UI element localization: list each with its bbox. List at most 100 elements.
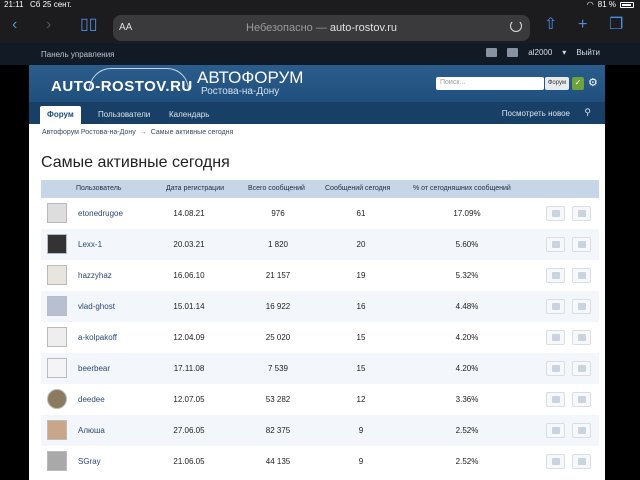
username-link[interactable]: Алюша [78, 426, 105, 435]
col-reg-date[interactable]: Дата регистрации [166, 185, 224, 192]
tab-forum[interactable]: Форум [40, 106, 81, 124]
message-icon[interactable] [572, 330, 591, 345]
messages-icon[interactable] [486, 48, 498, 57]
posts-today: 15 [356, 364, 366, 373]
total-posts: 53 282 [265, 395, 291, 404]
col-total-posts[interactable]: Всего сообщений [248, 185, 305, 192]
status-time: 21:11 [4, 0, 24, 9]
tabs-icon[interactable]: ❐ [609, 17, 623, 33]
site-logo[interactable]: AUTO-ROSTOV.RU [51, 78, 193, 95]
username-link[interactable]: SGray [78, 457, 101, 466]
logout-link[interactable]: Выйти [576, 48, 600, 57]
main-nav: Форум Пользователи Календарь Посмотреть … [29, 102, 605, 124]
reload-icon[interactable] [510, 20, 522, 32]
add-contact-icon[interactable] [546, 423, 565, 438]
tab-calendar[interactable]: Календарь [162, 106, 216, 124]
col-user[interactable]: Пользователь [76, 185, 121, 192]
chevron-down-icon[interactable]: ▾ [562, 48, 566, 57]
add-contact-icon[interactable] [546, 299, 565, 314]
percent-today: 4.20% [455, 333, 479, 342]
posts-today: 19 [356, 271, 366, 280]
username-link[interactable]: Lexx-1 [78, 240, 102, 249]
add-contact-icon[interactable] [546, 206, 565, 221]
gear-icon[interactable]: ⚙ [588, 76, 598, 89]
message-icon[interactable] [572, 361, 591, 376]
add-contact-icon[interactable] [546, 454, 565, 469]
table-row: a-kolpakoff 12.04.09 25 020 15 4.20% [41, 322, 599, 353]
message-icon[interactable] [572, 454, 591, 469]
add-contact-icon[interactable] [546, 237, 565, 252]
avatar[interactable] [47, 296, 67, 316]
search-scope-select[interactable]: Форум [545, 77, 569, 90]
username-link[interactable]: hazzyhaz [78, 271, 112, 280]
add-contact-icon[interactable] [546, 392, 565, 407]
username-link[interactable]: vlad-ghost [78, 302, 115, 311]
search-input[interactable]: Поиск... [436, 77, 544, 90]
forward-icon[interactable]: › [46, 17, 51, 33]
percent-today: 4.48% [455, 302, 479, 311]
topbar-right: al2000 ▾ Выйти [486, 48, 600, 57]
reg-date: 17.11.08 [173, 364, 205, 373]
search-icon[interactable]: ✓ [572, 77, 584, 90]
total-posts: 1 820 [267, 240, 289, 249]
posts-today: 15 [356, 333, 366, 342]
location-pin-icon[interactable]: ⚲ [584, 107, 591, 118]
safari-toolbar: ‹ › ▯▯ AA Небезопасно — auto-rostov.ru ⇧… [0, 10, 640, 43]
posts-today: 12 [356, 395, 366, 404]
battery-icon [620, 1, 634, 8]
reg-date: 14.08.21 [173, 209, 205, 218]
username-menu[interactable]: al2000 [528, 48, 552, 57]
back-icon[interactable]: ‹ [12, 17, 17, 33]
col-posts-today[interactable]: Сообщений сегодня [325, 185, 390, 192]
percent-today: 3.36% [455, 395, 479, 404]
table-row: etonedrugoe 14.08.21 976 61 17.09% [41, 198, 599, 229]
username-link[interactable]: etonedrugoe [78, 209, 123, 218]
share-icon[interactable]: ⇧ [544, 17, 557, 33]
control-panel-link[interactable]: Панель управления [41, 50, 115, 59]
total-posts: 25 020 [265, 333, 291, 342]
message-icon[interactable] [572, 299, 591, 314]
breadcrumb-arrow-icon: → [139, 129, 147, 136]
total-posts: 82 375 [265, 426, 291, 435]
avatar[interactable] [47, 451, 67, 471]
view-new-link[interactable]: Посмотреть новое [502, 109, 570, 118]
col-percent-today[interactable]: % от сегодняшних сообщений [413, 185, 511, 192]
message-icon[interactable] [572, 237, 591, 252]
add-contact-icon[interactable] [546, 268, 565, 283]
bookmarks-icon[interactable]: ▯▯ [80, 17, 98, 33]
message-icon[interactable] [572, 392, 591, 407]
avatar[interactable] [47, 327, 67, 347]
profile-icon[interactable] [507, 48, 519, 57]
site-subtitle: Ростова-на-Дону [201, 86, 280, 97]
avatar[interactable] [47, 358, 67, 378]
message-icon[interactable] [572, 206, 591, 221]
username-link[interactable]: beerbear [78, 364, 110, 373]
message-icon[interactable] [572, 423, 591, 438]
total-posts: 976 [271, 209, 285, 218]
avatar[interactable] [47, 420, 67, 440]
avatar[interactable] [47, 203, 67, 223]
avatar[interactable] [47, 265, 67, 285]
username-link[interactable]: a-kolpakoff [78, 333, 117, 342]
table-row: beerbear 17.11.08 7 539 15 4.20% [41, 353, 599, 384]
breadcrumb-current[interactable]: Самые активные сегодня [151, 129, 234, 136]
tab-users[interactable]: Пользователи [91, 106, 157, 124]
status-right: ◠ 81 % [587, 0, 634, 9]
ios-status-bar: 21:11 Сб 25 сент. ◠ 81 % [0, 0, 640, 10]
breadcrumb-home[interactable]: Автофорум Ростова-на-Дону [42, 129, 136, 136]
new-tab-icon[interactable]: + [578, 17, 587, 33]
message-icon[interactable] [572, 268, 591, 283]
table-row: Алюша 27.06.05 82 375 9 2.52% [41, 415, 599, 446]
address-url: Небезопасно — auto-rostov.ru [246, 22, 397, 34]
reg-date: 12.04.09 [173, 333, 205, 342]
avatar[interactable] [47, 234, 67, 254]
add-contact-icon[interactable] [546, 330, 565, 345]
table-row: hazzyhaz 16.06.10 21 157 19 5.32% [41, 260, 599, 291]
address-bar[interactable]: AA Небезопасно — auto-rostov.ru [113, 15, 530, 41]
posts-today: 9 [358, 457, 364, 466]
table-row: deedee 12.07.05 53 282 12 3.36% [41, 384, 599, 415]
total-posts: 44 135 [265, 457, 291, 466]
avatar[interactable] [47, 389, 67, 409]
add-contact-icon[interactable] [546, 361, 565, 376]
username-link[interactable]: deedee [78, 395, 105, 404]
